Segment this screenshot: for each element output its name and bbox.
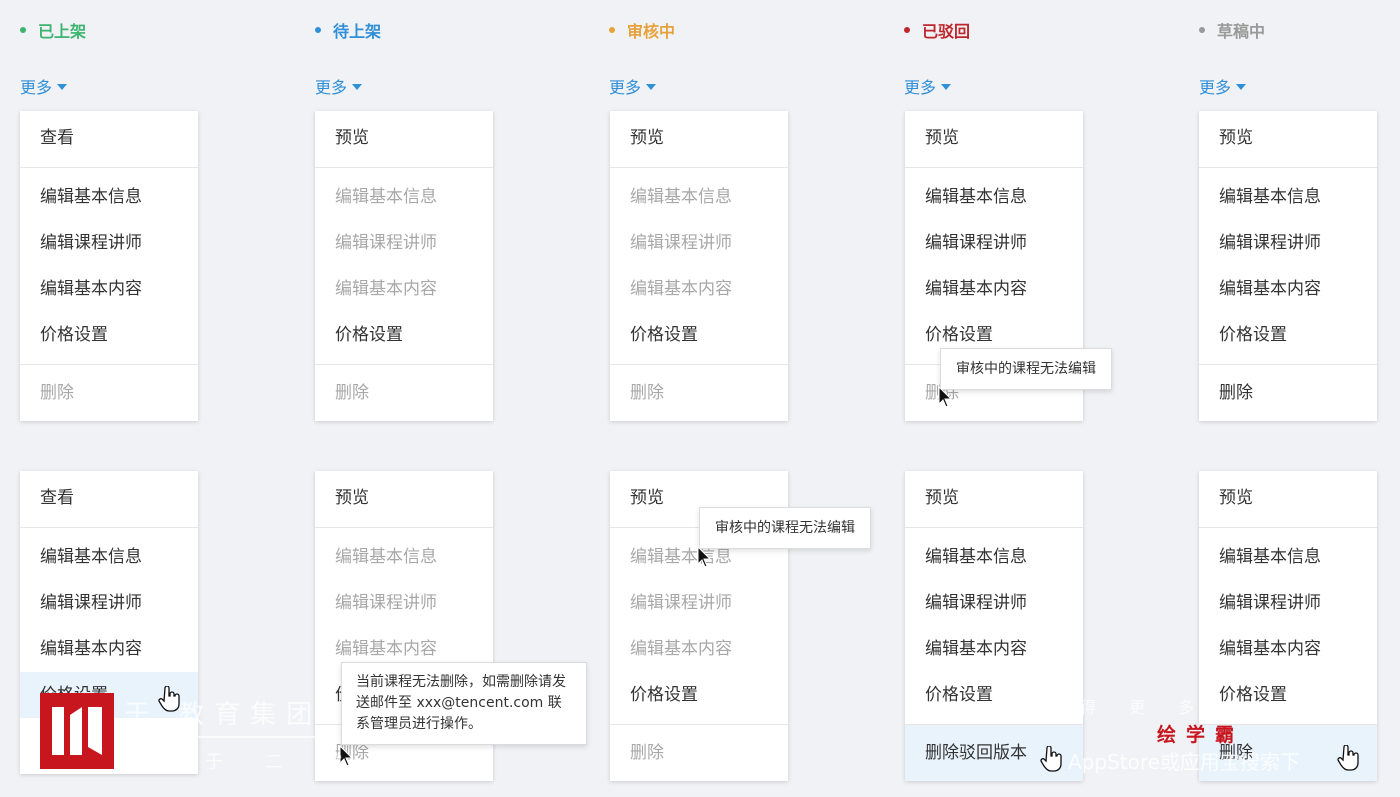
menu-item-edit-instructor[interactable]: 编辑课程讲师 <box>1199 220 1377 266</box>
menu-item-preview[interactable]: 预览 <box>905 471 1083 528</box>
status-listed: 已上架 <box>20 19 86 41</box>
caret-down-icon <box>1236 84 1247 90</box>
tooltip-edit-disabled: 审核中的课程无法编辑 <box>940 348 1112 390</box>
menu-item-edit-instructor[interactable]: 编辑课程讲师 <box>610 220 788 266</box>
arrow-cursor-icon <box>697 546 711 568</box>
menu-item-price[interactable]: 价格设置 <box>905 672 1083 718</box>
menu-item-edit-content[interactable]: 编辑基本内容 <box>315 266 493 312</box>
more-dropdown-pending[interactable]: 更多 <box>315 75 363 97</box>
menu-item-price[interactable]: 价格设置 <box>315 312 493 358</box>
more-label: 更多 <box>904 78 937 97</box>
menu-item-delete[interactable]: 删除 <box>1199 364 1377 421</box>
status-dot-icon <box>20 27 26 33</box>
menu-item-view[interactable]: 查看 <box>20 111 198 168</box>
status-dot-icon <box>315 27 321 33</box>
hand-cursor-icon <box>1040 746 1062 772</box>
tooltip-delete-disabled: 当前课程无法删除，如需删除请发送邮件至 xxx@tencent.com 联系管理… <box>341 662 587 745</box>
menu-item-delete[interactable]: 删除 <box>20 364 198 421</box>
menu-item-delete[interactable]: 删除 <box>610 364 788 421</box>
more-dropdown-reviewing[interactable]: 更多 <box>609 75 657 97</box>
status-label: 待上架 <box>333 22 382 41</box>
menu-item-edit-instructor[interactable]: 编辑课程讲师 <box>315 580 493 626</box>
arrow-cursor-icon <box>938 386 952 408</box>
menu-item-price[interactable]: 价格设置 <box>20 312 198 358</box>
menu-item-edit-content[interactable]: 编辑基本内容 <box>610 266 788 312</box>
menu-item-edit-content[interactable]: 编辑基本内容 <box>905 266 1083 312</box>
status-pending: 待上架 <box>315 19 381 41</box>
logo-icon <box>40 693 114 769</box>
caret-down-icon <box>352 84 363 90</box>
menu-item-edit-content[interactable]: 编辑基本内容 <box>20 266 198 312</box>
menu-item-edit-instructor[interactable]: 编辑课程讲师 <box>1199 580 1377 626</box>
menu-draft: 预览 编辑基本信息 编辑课程讲师 编辑基本内容 价格设置 删除 <box>1199 111 1377 421</box>
menu-item-edit-instructor[interactable]: 编辑课程讲师 <box>610 580 788 626</box>
menu-item-edit-basic-info[interactable]: 编辑基本信息 <box>610 174 788 220</box>
menu-item-edit-basic-info[interactable]: 编辑基本信息 <box>1199 174 1377 220</box>
more-label: 更多 <box>609 78 642 97</box>
status-rejected: 已驳回 <box>904 19 970 41</box>
menu-item-edit-instructor[interactable]: 编辑课程讲师 <box>315 220 493 266</box>
menu-item-edit-instructor[interactable]: 编辑课程讲师 <box>905 220 1083 266</box>
menu-item-edit-basic-info[interactable]: 编辑基本信息 <box>1199 534 1377 580</box>
status-dot-icon <box>1199 27 1205 33</box>
menu-item-preview[interactable]: 预览 <box>905 111 1083 168</box>
menu-item-delete[interactable]: 删除 <box>610 724 788 781</box>
menu-item-edit-basic-info[interactable]: 编辑基本信息 <box>20 174 198 220</box>
menu-item-edit-basic-info[interactable]: 编辑基本信息 <box>905 534 1083 580</box>
status-draft: 草稿中 <box>1199 19 1265 41</box>
more-dropdown-listed[interactable]: 更多 <box>20 75 68 97</box>
status-dot-icon <box>609 27 615 33</box>
menu-pending: 预览 编辑基本信息 编辑课程讲师 编辑基本内容 价格设置 删除 <box>315 111 493 421</box>
caret-down-icon <box>57 84 68 90</box>
menu-item-edit-instructor[interactable]: 编辑课程讲师 <box>20 580 198 626</box>
menu-reviewing: 预览 编辑基本信息 编辑课程讲师 编辑基本内容 价格设置 删除 <box>610 111 788 421</box>
status-label: 审核中 <box>627 22 676 41</box>
more-dropdown-draft[interactable]: 更多 <box>1199 75 1247 97</box>
menu-item-preview[interactable]: 预览 <box>1199 471 1377 528</box>
menu-item-edit-basic-info[interactable]: 编辑基本信息 <box>20 534 198 580</box>
menu-item-edit-basic-info[interactable]: 编辑基本信息 <box>315 174 493 220</box>
menu-listed: 查看 编辑基本信息 编辑课程讲师 编辑基本内容 价格设置 删除 <box>20 111 198 421</box>
menu-item-preview[interactable]: 预览 <box>315 471 493 528</box>
more-label: 更多 <box>1199 78 1232 97</box>
menu-item-edit-content[interactable]: 编辑基本内容 <box>1199 266 1377 312</box>
menu-item-edit-content[interactable]: 编辑基本内容 <box>1199 626 1377 672</box>
watermark-top-right: 得 更 多 免 <box>1080 698 1258 717</box>
menu-item-edit-basic-info[interactable]: 编辑基本信息 <box>905 174 1083 220</box>
watermark-subtext: 于 二 零 <box>205 752 361 773</box>
menu-item-delete[interactable]: 删除 <box>315 364 493 421</box>
menu-item-edit-content[interactable]: 编辑基本内容 <box>905 626 1083 672</box>
hand-cursor-icon <box>1337 745 1359 771</box>
menu-item-edit-content[interactable]: 编辑基本内容 <box>20 626 198 672</box>
menu-item-price[interactable]: 价格设置 <box>610 672 788 718</box>
more-label: 更多 <box>20 78 53 97</box>
watermark-divider <box>124 736 324 738</box>
menu-item-edit-basic-info[interactable]: 编辑基本信息 <box>315 534 493 580</box>
watermark-brand: 绘学霸 <box>1157 724 1245 746</box>
menu-item-preview[interactable]: 预览 <box>315 111 493 168</box>
menu-item-edit-content[interactable]: 编辑基本内容 <box>610 626 788 672</box>
caret-down-icon <box>941 84 952 90</box>
menu-item-edit-instructor[interactable]: 编辑课程讲师 <box>20 220 198 266</box>
status-label: 已驳回 <box>922 22 971 41</box>
watermark-group-name: 于 教育集团 <box>124 700 323 730</box>
menu-item-price[interactable]: 价格设置 <box>1199 312 1377 358</box>
status-label: 草稿中 <box>1217 22 1266 41</box>
menu-item-preview[interactable]: 预览 <box>610 111 788 168</box>
more-dropdown-rejected[interactable]: 更多 <box>904 75 952 97</box>
status-reviewing: 审核中 <box>609 19 675 41</box>
menu-rejected-delete-version: 预览 编辑基本信息 编辑课程讲师 编辑基本内容 价格设置 删除驳回版本 <box>905 471 1083 781</box>
menu-item-edit-instructor[interactable]: 编辑课程讲师 <box>905 580 1083 626</box>
status-label: 已上架 <box>38 22 87 41</box>
menu-item-view[interactable]: 查看 <box>20 471 198 528</box>
menu-item-preview[interactable]: 预览 <box>1199 111 1377 168</box>
menu-item-price[interactable]: 价格设置 <box>610 312 788 358</box>
caret-down-icon <box>646 84 657 90</box>
watermark-bottom-right: AppStore或应用宝搜索下 <box>1068 750 1300 774</box>
more-label: 更多 <box>315 78 348 97</box>
status-dot-icon <box>904 27 910 33</box>
tooltip-edit-disabled: 审核中的课程无法编辑 <box>699 507 871 549</box>
